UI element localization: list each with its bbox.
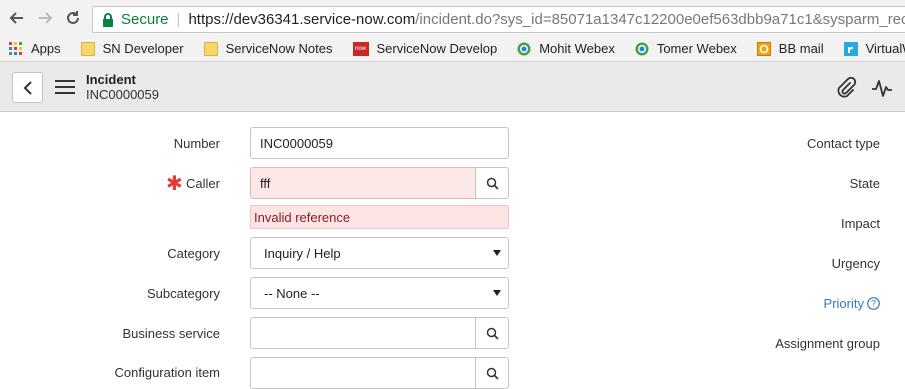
contact-type-label: Contact type xyxy=(807,136,880,151)
category-label: Category xyxy=(167,246,220,261)
chevron-left-icon xyxy=(23,80,32,95)
secure-label: Secure xyxy=(121,11,169,28)
paperclip-icon[interactable] xyxy=(835,76,857,99)
context-menu-icon[interactable] xyxy=(55,80,75,94)
omnibox-separator: | xyxy=(176,11,181,28)
back-arrow-icon[interactable] xyxy=(8,9,26,27)
bookmark-virtualworks[interactable]: VirtualWorks™ xyxy=(843,41,905,56)
webex-icon xyxy=(635,42,649,56)
business-service-field[interactable] xyxy=(250,317,476,349)
activity-stream-icon[interactable] xyxy=(871,77,893,99)
chevron-down-icon xyxy=(493,290,501,296)
forward-arrow-icon[interactable] xyxy=(36,9,54,27)
priority-label: Priority xyxy=(823,296,864,311)
caller-error-message: Invalid reference xyxy=(250,205,509,229)
webex-icon xyxy=(517,42,531,56)
business-service-lookup-button[interactable] xyxy=(475,317,509,349)
reload-icon[interactable] xyxy=(64,9,82,27)
folder-icon xyxy=(203,41,218,56)
folder-icon xyxy=(80,41,95,56)
address-bar[interactable]: Secure | https://dev36341.service-now.co… xyxy=(92,6,905,33)
search-icon xyxy=(486,177,499,190)
caller-value: fff xyxy=(260,175,271,191)
configuration-item-label: Configuration item xyxy=(114,365,221,380)
lock-icon xyxy=(101,12,115,28)
category-select[interactable]: Inquiry / Help xyxy=(250,237,509,269)
required-asterisk-icon: ✱ xyxy=(166,173,183,195)
search-icon xyxy=(486,327,499,340)
bookmark-label: ServiceNow Notes xyxy=(225,41,333,56)
bookmark-apps[interactable]: Apps xyxy=(9,41,61,56)
page-title: Incident xyxy=(86,72,136,87)
state-label: State xyxy=(849,176,880,191)
caller-label: Caller xyxy=(186,176,220,191)
back-button[interactable] xyxy=(12,72,43,103)
chevron-down-icon xyxy=(493,250,501,256)
bookmark-servicenow-develop[interactable]: now ServiceNow Develop xyxy=(352,41,498,56)
number-field[interactable]: INC0000059 xyxy=(250,127,509,159)
urgency-label: Urgency xyxy=(831,256,880,271)
impact-label: Impact xyxy=(840,216,880,231)
bookmarks-bar: Apps SN Developer ServiceNow Notes now S… xyxy=(0,36,905,62)
bookmark-label: ServiceNow Develop xyxy=(376,41,498,56)
virtualworks-icon xyxy=(843,41,858,56)
bookmark-label: Apps xyxy=(31,41,61,56)
number-value: INC0000059 xyxy=(260,135,333,151)
category-value: Inquiry / Help xyxy=(264,245,341,261)
bookmark-label: BB mail xyxy=(778,41,824,56)
outlook-icon xyxy=(756,41,771,56)
url-path: /incident.do?sys_id=85071a1347c12200e0ef… xyxy=(415,11,905,28)
bookmark-label: SN Developer xyxy=(102,41,184,56)
priority-link[interactable]: Priority ? xyxy=(824,296,880,311)
number-label: Number xyxy=(173,136,220,151)
bookmark-sn-developer[interactable]: SN Developer xyxy=(80,41,184,56)
record-number: INC0000059 xyxy=(86,87,159,102)
bookmark-label: Tomer Webex xyxy=(656,41,737,56)
subcategory-label: Subcategory xyxy=(147,286,220,301)
help-circle-icon[interactable]: ? xyxy=(867,297,880,310)
configuration-item-lookup-button[interactable] xyxy=(475,357,509,389)
svg-text:?: ? xyxy=(871,299,876,309)
browser-toolbar: Secure | https://dev36341.service-now.co… xyxy=(0,0,905,36)
form-header: Incident INC0000059 xyxy=(0,62,905,112)
bookmark-tomer-webex[interactable]: Tomer Webex xyxy=(635,41,737,56)
caller-field[interactable]: fff xyxy=(250,167,476,199)
configuration-item-field[interactable] xyxy=(250,357,476,389)
business-service-label: Business service xyxy=(122,326,220,341)
url-host: https://dev36341.service-now.com xyxy=(188,11,416,28)
bookmark-label: Mohit Webex xyxy=(539,41,615,56)
bookmark-mohit-webex[interactable]: Mohit Webex xyxy=(517,41,615,56)
bookmark-servicenow-notes[interactable]: ServiceNow Notes xyxy=(203,41,333,56)
servicenow-logo-icon: now xyxy=(352,41,369,56)
apps-grid-icon xyxy=(9,41,23,56)
assignment-group-label: Assignment group xyxy=(775,336,880,351)
search-icon xyxy=(486,367,499,380)
bookmark-label: VirtualWorks™ xyxy=(865,41,905,56)
subcategory-value: -- None -- xyxy=(264,285,320,301)
bookmark-bb-mail[interactable]: BB mail xyxy=(756,41,824,56)
subcategory-select[interactable]: -- None -- xyxy=(250,277,509,309)
caller-lookup-button[interactable] xyxy=(475,167,509,199)
